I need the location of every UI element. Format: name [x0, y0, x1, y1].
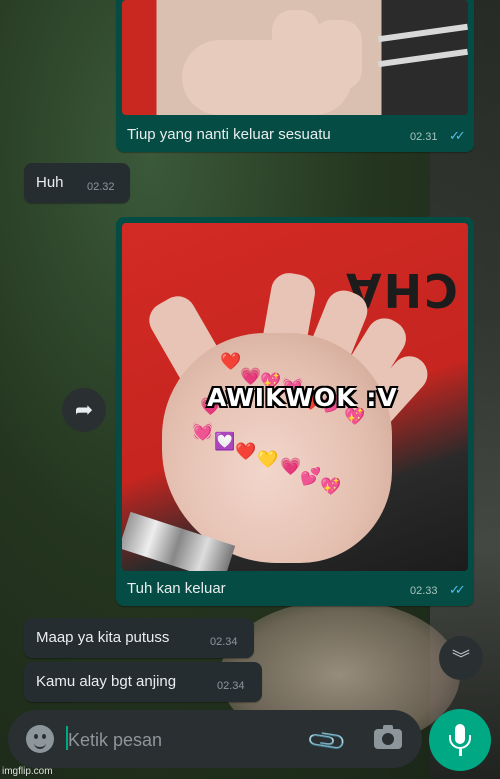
message-caption: Tuh kan keluar — [127, 580, 226, 597]
message-text: Maap ya kita putuss — [36, 629, 170, 646]
incoming-message-1[interactable]: Huh 02.32 — [24, 163, 130, 203]
message-time: 02.33 — [410, 585, 438, 597]
photo-thumbnail-1[interactable] — [122, 0, 468, 115]
incoming-message-2[interactable]: Maap ya kita putuss 02.34 — [24, 618, 254, 658]
text-cursor — [66, 726, 68, 750]
photo-thumbnail-2[interactable]: CHA ❤️ 💗 💖 💓 ❤️ 💕 💗 💖 💓 💟 ❤️ 💛 💗 💕 💖 AWI… — [122, 223, 468, 571]
double-chevron-down-icon[interactable]: ︾ — [439, 636, 483, 680]
double-check-icon: ✓✓ — [449, 128, 466, 143]
message-text: Kamu alay bgt anjing — [36, 673, 177, 690]
microphone-button[interactable] — [429, 709, 491, 771]
double-check-icon: ✓✓ — [449, 582, 466, 597]
message-input[interactable] — [66, 726, 290, 754]
watermark: imgflip.com — [2, 766, 53, 777]
message-composer: 📎 — [8, 710, 422, 768]
outgoing-photo-message-1[interactable]: Tiup yang nanti keluar sesuatu 02.31 ✓✓ — [116, 0, 474, 152]
message-time: 02.31 — [410, 131, 438, 143]
message-time: 02.34 — [210, 636, 238, 648]
palm — [162, 333, 392, 563]
incoming-message-3[interactable]: Kamu alay bgt anjing 02.34 — [24, 662, 262, 702]
message-caption: Tiup yang nanti keluar sesuatu — [127, 126, 331, 143]
camera-icon[interactable] — [374, 725, 402, 749]
forward-arrow-icon[interactable]: ➦ — [62, 388, 106, 432]
outgoing-photo-message-2[interactable]: CHA ❤️ 💗 💖 💓 ❤️ 💕 💗 💖 💓 💟 ❤️ 💛 💗 💕 💖 AWI… — [116, 217, 474, 606]
emoji-icon[interactable] — [26, 725, 54, 753]
message-time: 02.34 — [217, 680, 245, 692]
meme-overlay-text: AWIKWOK :V — [207, 383, 398, 412]
paperclip-icon[interactable]: 📎 — [305, 719, 350, 764]
message-time: 02.32 — [87, 181, 115, 193]
message-text: Huh — [36, 174, 64, 191]
